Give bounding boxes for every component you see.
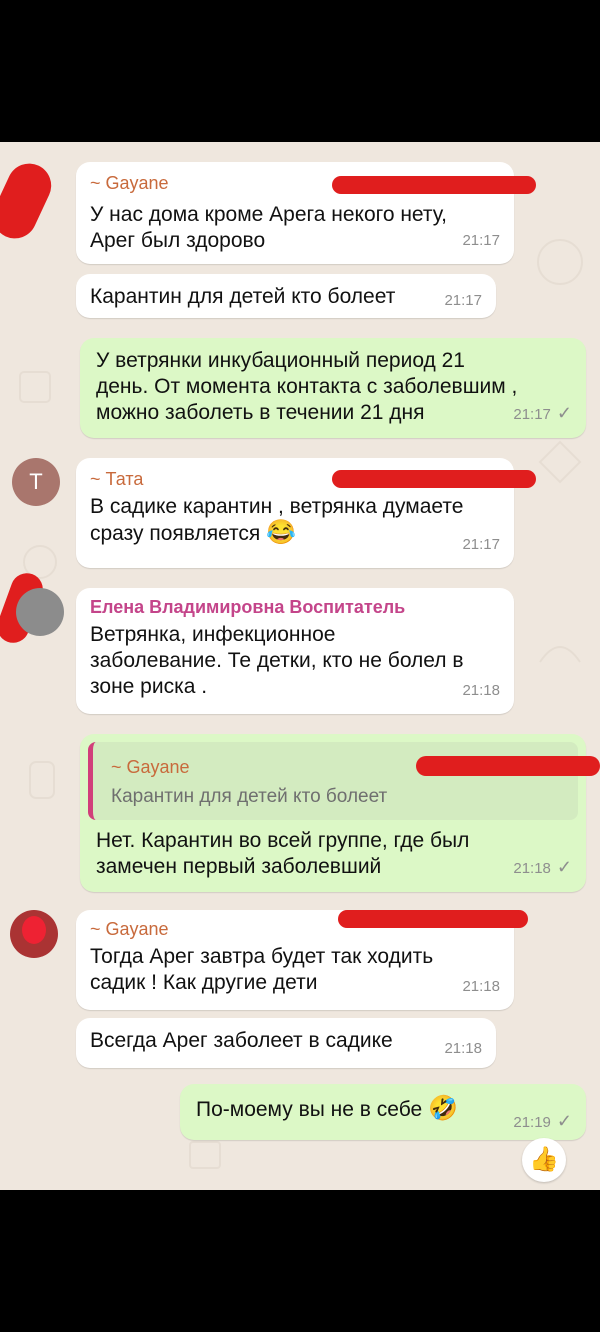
phone-redaction	[338, 910, 528, 928]
message-time: 21:18	[462, 682, 500, 699]
message-bubble-1[interactable]: ~ Gayane 7 000 005 05 50 У нас дома кром…	[76, 162, 536, 264]
thumbs-up-reaction[interactable]: 👍	[522, 1138, 566, 1182]
message-text: В садике карантин , ветрянка думаете сра…	[90, 495, 464, 546]
message-time: 21:17	[462, 232, 500, 249]
chat-area[interactable]: ~ Gayane 7 000 005 05 50 У нас дома кром…	[0, 142, 600, 1190]
sender-name[interactable]: Елена Владимировна Воспитатель	[90, 596, 405, 618]
message-bubble-5[interactable]: Елена Владимировна Воспитатель Ветрянка,…	[76, 588, 514, 714]
message-bubble-9[interactable]: По-моему вы не в себе 🤣 21:19 ✓	[180, 1084, 586, 1140]
avatar-tata[interactable]: Т	[12, 458, 60, 506]
phone-redaction	[416, 756, 600, 776]
sender-name[interactable]: ~ Тата	[90, 468, 143, 490]
message-text: Всегда Арег заболеет в садике	[90, 1029, 393, 1052]
message-time: 21:17 ✓	[513, 403, 572, 423]
message-time: 21:18 ✓	[513, 857, 572, 877]
sender-name[interactable]: ~ Gayane	[90, 172, 169, 194]
phone-redaction	[332, 470, 536, 488]
laughing-emoji: 😂	[266, 519, 297, 546]
message-time: 21:17	[462, 536, 500, 553]
message-time: 21:17	[444, 292, 482, 309]
message-time: 21:18	[444, 1040, 482, 1057]
message-time: 21:19 ✓	[513, 1111, 572, 1131]
message-bubble-8[interactable]: Всегда Арег заболеет в садике 21:18	[76, 1018, 496, 1068]
message-text: Тогда Арег завтра будет так ходить садик…	[90, 945, 434, 994]
message-text: Ветрянка, инфекционное заболевание. Те д…	[90, 623, 464, 698]
avatar-elena[interactable]	[16, 588, 64, 636]
rolling-laughing-emoji: 🤣	[428, 1095, 458, 1122]
phone-redaction	[332, 176, 536, 194]
quoted-text: Карантин для детей кто болеет	[111, 786, 388, 807]
message-bubble-3[interactable]: У ветрянки инкубационный период 21 день.…	[80, 338, 586, 438]
message-text: У ветрянки инкубационный период 21 день.…	[96, 349, 518, 424]
message-text: У нас дома кроме Арега некого нету, Арег…	[90, 203, 447, 252]
sender-name[interactable]: ~ Gayane	[90, 918, 169, 940]
read-check-icon: ✓	[556, 857, 572, 877]
quoted-sender: ~ Gayane	[111, 757, 190, 777]
message-text: Карантин для детей кто болеет	[90, 285, 396, 308]
message-bubble-2[interactable]: Карантин для детей кто болеет 21:17	[76, 274, 496, 318]
quoted-message[interactable]: ~ Gayane Карантин для детей кто болеет	[88, 742, 578, 820]
message-bubble-4[interactable]: ~ Тата В садике карантин , ветрянка дума…	[76, 458, 536, 568]
read-check-icon: ✓	[556, 403, 572, 423]
message-bubble-7[interactable]: ~ Gayane Тогда Арег завтра будет так ход…	[76, 910, 528, 1010]
read-check-icon: ✓	[556, 1111, 572, 1131]
message-time: 21:18	[462, 978, 500, 995]
message-text: Нет. Карантин во всей группе, где был за…	[96, 829, 470, 878]
message-text: По-моему вы не в себе 🤣	[196, 1095, 458, 1122]
avatar-gayane[interactable]	[10, 910, 58, 958]
